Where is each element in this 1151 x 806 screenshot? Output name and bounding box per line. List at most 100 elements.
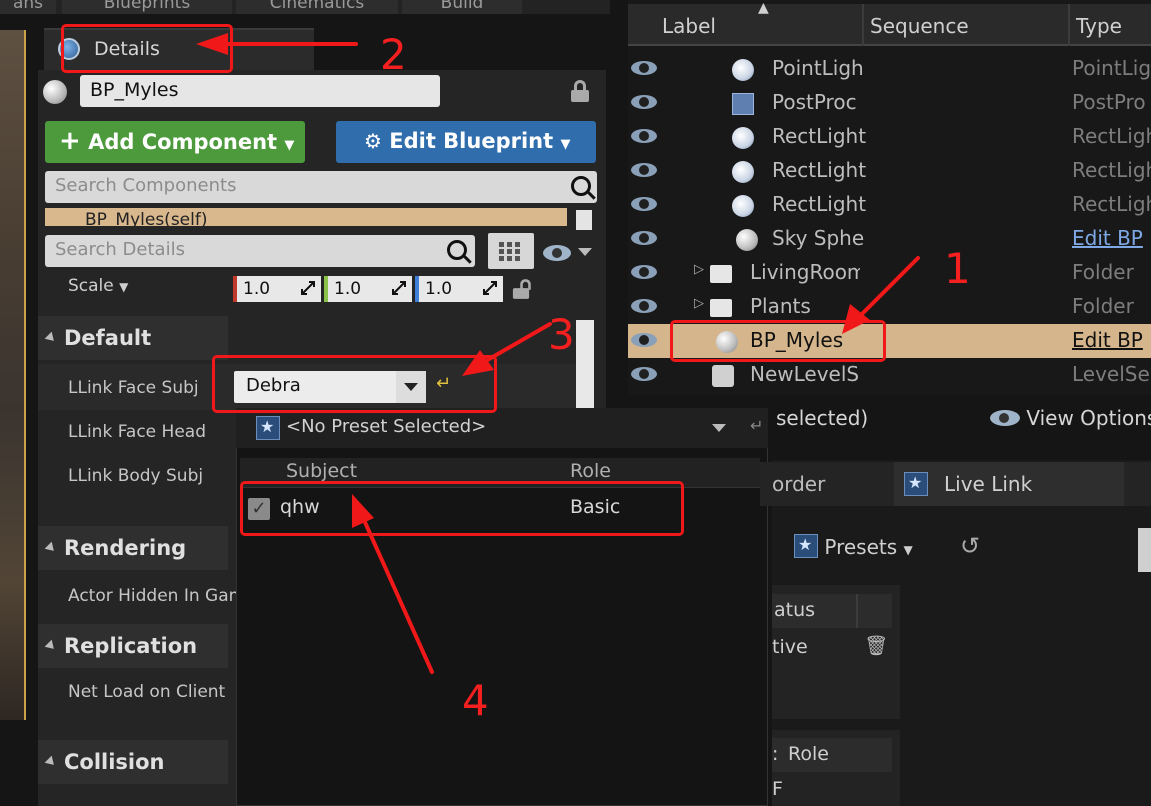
settings-gear-icon[interactable] [1138,528,1151,572]
column-role-header[interactable]: Role [788,743,829,765]
visibility-eye-icon[interactable] [631,231,657,245]
scale-x-field[interactable]: 1.0 [233,276,321,302]
details-scrollbar[interactable] [576,320,594,415]
chevron-down-icon[interactable] [578,248,592,256]
outliner-item-name: LivingRoom [750,260,860,284]
expand-arrow-icon [301,281,315,295]
search-details-input[interactable]: Search Details [45,235,475,267]
add-component-button[interactable]: + Add Component ▼ [45,121,305,163]
role-header: : Role [772,738,892,772]
folder-icon [710,299,732,317]
outliner-header: Label ▲ Sequence Type [628,0,1151,46]
category-default[interactable]: Default [38,316,228,360]
tab-live-link-label: Live Link [944,472,1033,496]
outliner-item-name: Sky Sphe [772,226,865,250]
visibility-eye-icon[interactable] [631,61,657,75]
toolbar-tab-0[interactable]: ans [0,0,56,14]
search-components-input[interactable]: Search Components [45,171,597,203]
toolbar-tab-cinematics[interactable]: Cinematics [236,0,398,14]
trash-icon[interactable]: 🗑 [864,634,888,657]
visibility-eye-icon[interactable] [631,95,657,109]
lock-icon[interactable] [571,80,589,102]
visibility-eye-icon[interactable] [631,367,657,381]
scale-z-value: 1.0 [425,279,453,299]
chevron-down-icon [712,424,726,432]
annotation-number-2: 2 [380,30,407,79]
visibility-eye-icon[interactable] [631,265,657,279]
outliner-row-rectlight-1[interactable]: RectLight RectLigh [628,120,1151,154]
outliner-item-type: PointLig [1072,56,1151,80]
reset-arrow-icon[interactable]: ↵ [750,416,763,435]
component-row-self[interactable]: BP_Myles(self) [45,208,567,226]
components-scrollbar[interactable] [576,210,592,230]
collapse-arrow-icon [44,639,58,653]
column-subject[interactable]: Subject [286,460,357,482]
toolbar-tab-build[interactable]: Build [402,0,522,14]
annotation-box-3 [212,355,497,413]
tab-live-link[interactable]: Live Link [894,462,1124,506]
outliner-item-name: NewLevelSe [750,362,860,386]
chevron-down-icon[interactable]: ▼ [119,280,128,294]
edit-bp-link[interactable]: Edit BP [1072,328,1143,352]
visibility-eye-icon[interactable] [631,129,657,143]
outliner-item-name: PostProc [772,90,857,114]
toolbar-tab-blueprints[interactable]: Blueprints [62,0,232,14]
search-components-placeholder: Search Components [55,175,237,196]
property-body-subj-label: LLink Body Subj [68,466,204,486]
outliner-row-newlevelsequence[interactable]: NewLevelSe LevelSe [628,358,1151,392]
visibility-eye-icon[interactable] [631,163,657,177]
category-replication[interactable]: Replication [38,624,228,668]
eye-icon [990,410,1020,426]
presets-button[interactable]: Presets ▼ [794,534,913,559]
unlock-icon[interactable] [512,279,531,299]
chevron-down-icon: ▼ [903,543,913,557]
column-status[interactable]: atus [774,599,815,621]
component-row-label: BP_Myles(self) [85,210,208,226]
visibility-eye-icon[interactable] [631,333,657,347]
outliner-row-livingroom[interactable]: ▷ LivingRoom Folder [628,256,1151,290]
outliner-row-pointlight[interactable]: PointLigh PointLig [628,52,1151,86]
preset-label: <No Preset Selected> [286,416,487,437]
scale-z-field[interactable]: 1.0 [415,276,503,302]
viewport[interactable] [0,30,26,720]
preset-dropdown[interactable]: <No Preset Selected> ↵ [236,408,768,448]
role-value: F [772,778,783,800]
expand-arrow-icon[interactable]: ▷ [694,262,704,277]
undo-icon[interactable]: ↺ [960,532,980,560]
scale-y-field[interactable]: 1.0 [324,276,412,302]
actor-name-input[interactable]: BP_Myles [80,75,440,107]
toolbar-tab-label: Build [440,0,484,13]
plus-icon: + [59,126,81,156]
sort-arrow-icon: ▲ [758,0,769,16]
sphere-icon [736,229,758,251]
outliner-row-rectlight-2[interactable]: RectLight RectLigh [628,154,1151,188]
expand-arrow-icon [483,281,497,295]
search-details-placeholder: Search Details [55,239,185,260]
presets-label: Presets [824,535,898,559]
view-options-button[interactable]: View Options [990,406,1151,430]
category-rendering[interactable]: Rendering [38,526,228,570]
eye-icon[interactable] [543,245,571,261]
column-role[interactable]: Role [570,460,611,482]
actor-sphere-icon [43,80,67,104]
livelink-icon [794,534,818,558]
expand-arrow-icon[interactable]: ▷ [694,296,704,311]
column-label[interactable]: Label [662,14,716,38]
status-value: tive [772,636,808,658]
category-collision[interactable]: Collision [38,740,228,784]
column-type[interactable]: Type [1076,14,1122,38]
add-component-label: Add Component [88,130,278,154]
outliner-row-skysphere[interactable]: Sky Sphe Edit BP [628,222,1151,256]
outliner-row-rectlight-3[interactable]: RectLight RectLigh [628,188,1151,222]
scale-y-value: 1.0 [334,279,362,299]
outliner-row-plants[interactable]: ▷ Plants Folder [628,290,1151,324]
property-matrix-button[interactable] [488,233,534,269]
column-sequence[interactable]: Sequence [870,14,969,38]
livelink-icon [256,416,280,440]
edit-bp-link[interactable]: Edit BP [1072,226,1143,250]
visibility-eye-icon[interactable] [631,197,657,211]
edit-blueprint-button[interactable]: ⚙ Edit Blueprint ▼ [336,121,596,163]
tab-border[interactable]: order [772,472,825,496]
visibility-eye-icon[interactable] [631,299,657,313]
outliner-row-postprocess[interactable]: PostProc PostPro [628,86,1151,120]
